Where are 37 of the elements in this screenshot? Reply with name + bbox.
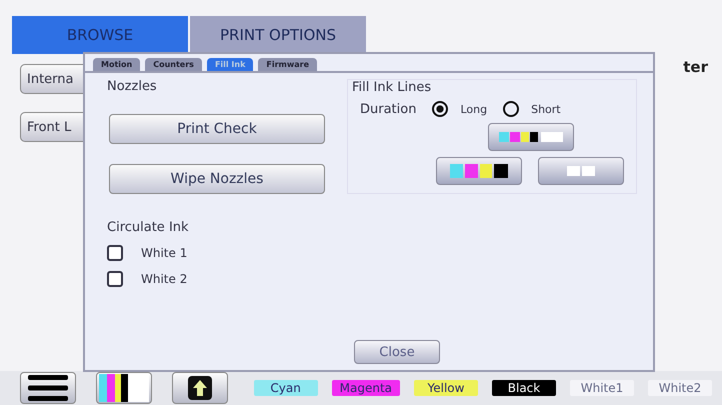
ink-swatches-icon xyxy=(450,164,508,178)
color-bars-icon xyxy=(98,374,149,402)
ink-label: Black xyxy=(492,380,556,396)
menu-icon xyxy=(28,375,68,401)
close-button[interactable]: Close xyxy=(354,340,440,364)
duration-radio[interactable] xyxy=(503,101,520,117)
circulate-checkbox[interactable]: White 2 xyxy=(107,271,637,287)
menu-button[interactable] xyxy=(20,372,76,404)
nozzle-button[interactable]: Wipe Nozzles xyxy=(109,164,325,194)
fill-color-lines-button[interactable] xyxy=(436,157,522,185)
dialog-tab[interactable]: Firmware xyxy=(258,58,318,71)
section-title: Fill Ink Lines xyxy=(352,80,432,95)
radio-label: Short xyxy=(531,102,561,116)
ink-label: White2 xyxy=(648,380,712,396)
fill-lines-button[interactable] xyxy=(538,157,624,185)
section-title: Nozzles xyxy=(107,79,158,94)
upload-button[interactable] xyxy=(172,372,228,404)
ink-label: Cyan xyxy=(254,380,318,396)
ink-swatches-icon xyxy=(499,132,563,142)
duration-radio[interactable] xyxy=(432,101,448,117)
blank-swatches-icon xyxy=(567,166,595,176)
dialog-tab[interactable]: Fill Ink xyxy=(206,58,254,71)
dialog-tab[interactable]: Motion xyxy=(93,58,140,71)
duration-label: Duration xyxy=(360,102,416,116)
ink-label: Magenta xyxy=(332,380,400,396)
main-tab[interactable]: PRINT OPTIONS xyxy=(190,16,366,54)
circulate-checkbox[interactable]: White 1 xyxy=(107,245,637,261)
header-title: ter xyxy=(683,58,708,76)
main-tab[interactable]: BROWSE xyxy=(12,16,188,54)
ink-label: Yellow xyxy=(414,380,478,396)
ink-label: White1 xyxy=(570,380,634,396)
section-title: Circulate Ink xyxy=(107,220,190,235)
fill-all-lines-button[interactable] xyxy=(488,123,574,151)
dialog-tab[interactable]: Counters xyxy=(145,58,202,71)
nozzle-button[interactable]: Print Check xyxy=(109,114,325,144)
ink-bars-button[interactable] xyxy=(96,372,152,404)
radio-label: Long xyxy=(460,102,488,116)
